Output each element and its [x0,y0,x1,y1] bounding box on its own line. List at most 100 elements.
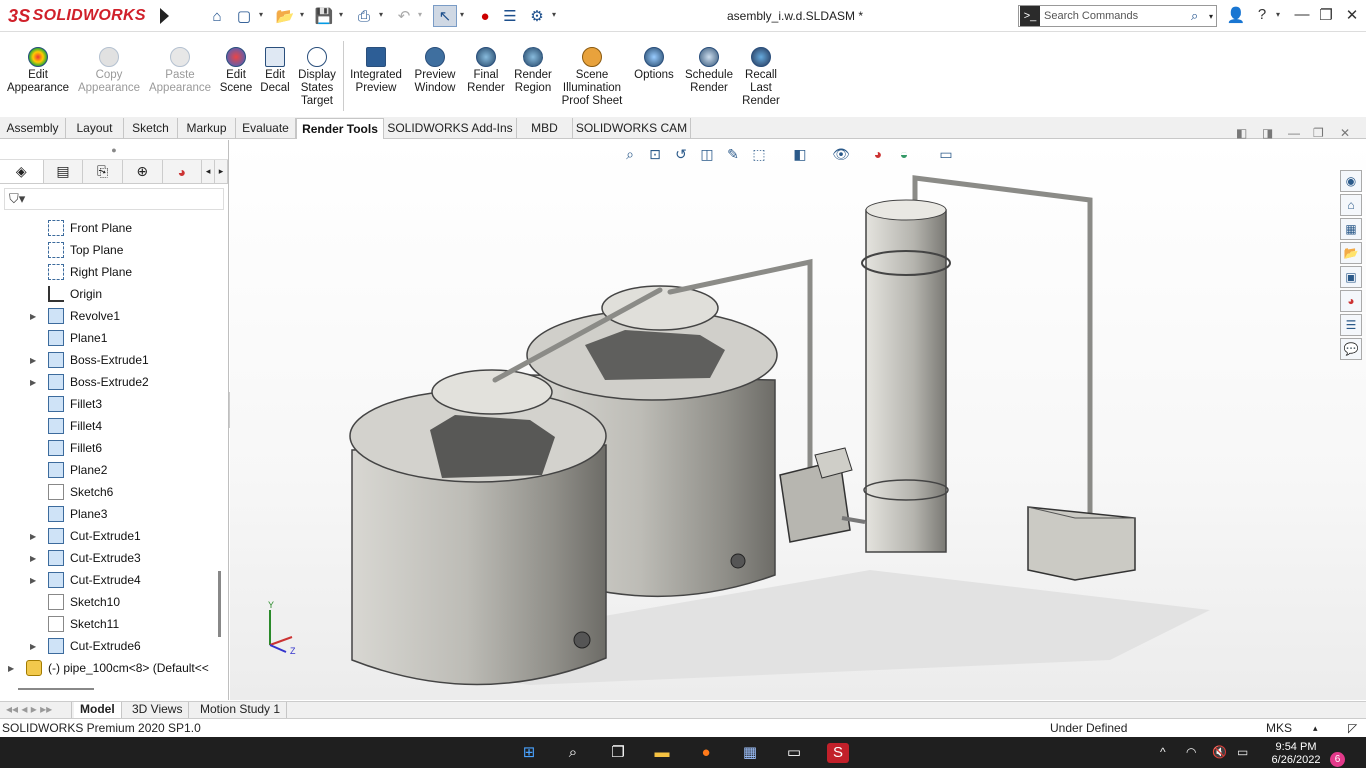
graphics-area[interactable]: ◧ ◨ — ❐ ✕ ⌕ ⊡ ↺ ◫ ✎ ⬚ ◧ 👁 ◕ ◒ ▭ Y Z ◉ ⌂ … [230,126,1366,700]
search-dropdown-icon[interactable]: ▾ [1209,12,1213,21]
feature-tree-item[interactable]: Fillet4 [0,415,218,437]
feature-tree-item[interactable]: Sketch11 [0,613,218,635]
design-library-icon[interactable]: ▦ [1340,218,1362,240]
user-account-icon[interactable]: 👤 [1224,6,1248,24]
feature-tree-item[interactable]: Plane1 [0,327,218,349]
help-icon[interactable]: ? [1250,6,1274,23]
forum-icon[interactable]: 💬 [1340,338,1362,360]
print-dropdown-icon[interactable]: ▾ [379,10,383,19]
tabs-scroll-left-icon[interactable]: ◂ [202,160,216,183]
custom-properties-icon[interactable]: ☰ [1340,314,1362,336]
options-gear-icon[interactable]: ⚙ [526,5,548,27]
wifi-icon[interactable]: ◠ [1186,745,1196,759]
collection-box[interactable] [1027,506,1136,581]
search-icon[interactable]: ⌕ [562,743,584,763]
filter-icon[interactable]: ⛉▾ [4,188,224,210]
expand-arrow-icon[interactable]: ▶ [30,378,42,387]
rebuild-traffic-light-icon[interactable]: ● [474,5,496,27]
tree-horizontal-scrollbar[interactable] [18,688,94,690]
view-palette-icon[interactable]: ▣ [1340,266,1362,288]
undo-dropdown-icon[interactable]: ▾ [418,10,422,19]
render-region-button[interactable]: Render Region [511,47,555,95]
volume-muted-icon[interactable]: 🔇 [1212,745,1227,759]
command-prompt-icon[interactable]: >_ [1020,6,1040,26]
expand-arrow-icon[interactable]: ▶ [30,356,42,365]
feature-tree-item[interactable]: Sketch10 [0,591,218,613]
feature-tree-item[interactable]: Plane3 [0,503,218,525]
feature-tree-item[interactable]: ▶ Cut-Extrude1 [0,525,218,547]
feature-tree-item[interactable]: Fillet6 [0,437,218,459]
feature-tree-item[interactable]: Fillet3 [0,393,218,415]
preview-window-button[interactable]: Preview Window [410,47,460,95]
tab-markup[interactable]: Markup [178,118,236,139]
tab-render-tools[interactable]: Render Tools [296,118,384,139]
display-manager-tab-icon[interactable]: ◕ [163,160,203,183]
solidworks-taskbar-icon[interactable]: S [827,743,849,763]
menu-expand-arrow-icon[interactable] [160,8,169,24]
close-window-icon[interactable]: ✕ [1340,6,1364,24]
scene-illumination-proof-sheet-button[interactable]: Scene Illumination Proof Sheet [560,47,624,108]
feature-tree-item[interactable]: Front Plane [0,217,218,239]
viewport-close-icon[interactable]: ✕ [1340,126,1350,140]
collector-jerrycan[interactable] [779,447,866,543]
open-dropdown-icon[interactable]: ▾ [300,10,304,19]
integrated-preview-button[interactable]: Integrated Preview [347,47,405,95]
water-tank-front[interactable] [349,369,607,686]
notification-badge[interactable]: 6 [1330,752,1345,767]
tab-model[interactable]: Model [74,702,122,718]
edit-scene-button[interactable]: Edit Scene [218,47,254,95]
recall-last-render-button[interactable]: Recall Last Render [740,47,782,108]
file-properties-icon[interactable]: ☰ [499,5,521,27]
task-view-icon[interactable]: ❐ [607,743,629,763]
edit-decal-button[interactable]: Edit Decal [258,47,292,95]
search-input[interactable]: Search Commands [1044,10,1191,22]
terminal-icon[interactable]: ▭ [783,743,805,763]
expand-arrow-icon[interactable]: ▶ [8,664,20,673]
assembly-model[interactable]: Y Z [230,140,1366,700]
viewport-restore-icon[interactable]: ❐ [1313,126,1324,140]
home-icon[interactable]: ⌂ [206,5,228,27]
viewport-tile-right-icon[interactable]: ◨ [1262,126,1273,140]
restore-window-icon[interactable]: ❐ [1314,6,1338,24]
solidworks-logo[interactable]: 3S SOLIDWORKS [8,5,146,27]
firefox-icon[interactable]: ● [695,743,717,763]
feature-tree-item[interactable]: ▶ Cut-Extrude3 [0,547,218,569]
expand-arrow-icon[interactable]: ▶ [30,642,42,651]
feature-tree-item[interactable]: ▶ Boss-Extrude1 [0,349,218,371]
configuration-manager-tab-icon[interactable]: ⎘ [83,160,123,183]
render-options-button[interactable]: Options [631,47,677,82]
undo-icon[interactable]: ↶ [393,5,415,27]
feature-manager-tab-icon[interactable]: ◈ [0,160,44,183]
paste-appearance-button[interactable]: Paste Appearance [147,47,213,95]
units-dropdown-icon[interactable]: ▴ [1313,719,1318,737]
feature-tree-item[interactable]: Plane2 [0,459,218,481]
open-folder-icon[interactable]: 📂 [274,5,296,27]
tabs-scroll-right-icon[interactable]: ▸ [215,160,229,183]
search-commands[interactable]: >_ Search Commands ⌕ ▾ [1018,5,1217,27]
show-hidden-icons-icon[interactable]: ^ [1160,745,1166,759]
edit-appearance-button[interactable]: Edit Appearance [6,47,70,95]
panel-splitter-handle[interactable]: ● [0,140,228,160]
system-clock[interactable]: 9:54 PM 6/26/2022 [1265,741,1327,767]
feature-tree-item[interactable]: ▶ Revolve1 [0,305,218,327]
file-explorer-icon[interactable]: 📂 [1340,242,1362,264]
home-icon[interactable]: ⌂ [1340,194,1362,216]
tree-vertical-scrollbar[interactable] [218,571,221,637]
display-states-target-button[interactable]: Display States Target [296,47,338,108]
tab-layout[interactable]: Layout [66,118,124,139]
expand-arrow-icon[interactable]: ▶ [30,532,42,541]
print-icon[interactable]: ⎙ [353,5,375,27]
feature-tree-item[interactable]: ▶ (-) pipe_100cm<8> (Default<< [0,657,218,679]
select-dropdown-icon[interactable]: ▾ [460,10,464,19]
final-render-button[interactable]: Final Render [466,47,506,95]
unit-system[interactable]: MKS [1266,719,1292,737]
feature-tree-item[interactable]: ▶ Cut-Extrude6 [0,635,218,657]
tab-3d-views[interactable]: 3D Views [126,702,190,718]
copy-appearance-button[interactable]: Copy Appearance [76,47,142,95]
appearances-icon[interactable]: ◕ [1340,290,1362,312]
schedule-render-button[interactable]: Schedule Render [683,47,735,95]
distillation-column[interactable] [861,199,951,553]
feature-tree-item[interactable]: Top Plane [0,239,218,261]
tab-mbd[interactable]: MBD [517,118,573,139]
new-document-icon[interactable]: ▢ [233,5,255,27]
